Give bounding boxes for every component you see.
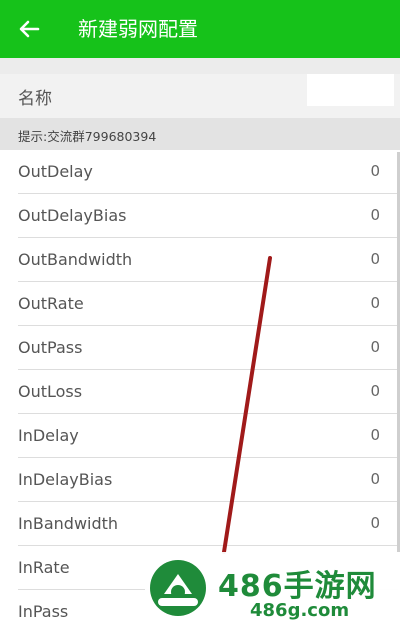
setting-value: 0 xyxy=(370,294,380,312)
setting-row-outpass[interactable]: OutPass 0 xyxy=(0,326,400,370)
setting-value: 0 xyxy=(370,338,380,356)
watermark-logo-icon xyxy=(150,560,206,616)
setting-label: OutPass xyxy=(18,338,83,357)
setting-value: 0 xyxy=(370,382,380,400)
setting-row-indelaybias[interactable]: InDelayBias 0 xyxy=(0,458,400,502)
setting-label: InDelay xyxy=(18,426,79,445)
setting-value: 0 xyxy=(370,470,380,488)
back-button[interactable] xyxy=(14,14,44,44)
setting-label: OutDelayBias xyxy=(18,206,127,225)
app-bar: 新建弱网配置 xyxy=(0,0,400,58)
name-label: 名称 xyxy=(18,89,52,109)
setting-row-outdelaybias[interactable]: OutDelayBias 0 xyxy=(0,194,400,238)
setting-label: InRate xyxy=(18,558,70,577)
setting-label: OutLoss xyxy=(18,382,83,401)
setting-label: OutDelay xyxy=(18,162,93,181)
setting-label: InDelayBias xyxy=(18,470,113,489)
setting-label: OutRate xyxy=(18,294,84,313)
setting-label: InPass xyxy=(18,602,69,621)
name-input[interactable] xyxy=(307,74,394,106)
setting-row-inbandwidth[interactable]: InBandwidth 0 xyxy=(0,502,400,546)
setting-value: 0 xyxy=(370,250,380,268)
setting-row-outdelay[interactable]: OutDelay 0 xyxy=(0,150,400,194)
setting-label: InBandwidth xyxy=(18,514,119,533)
section-gap xyxy=(0,58,400,74)
setting-value: 0 xyxy=(370,514,380,532)
arrow-left-icon xyxy=(19,20,40,38)
watermark-title: 486手游网 xyxy=(218,569,377,604)
hint-bar: 提示:交流群799680394 xyxy=(0,118,400,150)
name-row: 名称 xyxy=(0,74,400,118)
hint-text: 提示:交流群799680394 xyxy=(18,129,157,144)
setting-row-outrate[interactable]: OutRate 0 xyxy=(0,282,400,326)
setting-label: OutBandwidth xyxy=(18,250,133,269)
setting-row-outloss[interactable]: OutLoss 0 xyxy=(0,370,400,414)
setting-row-indelay[interactable]: InDelay 0 xyxy=(0,414,400,458)
setting-value: 0 xyxy=(370,162,380,180)
watermark-url: 486g.com xyxy=(250,600,350,621)
page-title: 新建弱网配置 xyxy=(78,17,198,41)
setting-value: 0 xyxy=(370,426,380,444)
setting-row-outbandwidth[interactable]: OutBandwidth 0 xyxy=(0,238,400,282)
setting-value: 0 xyxy=(370,206,380,224)
